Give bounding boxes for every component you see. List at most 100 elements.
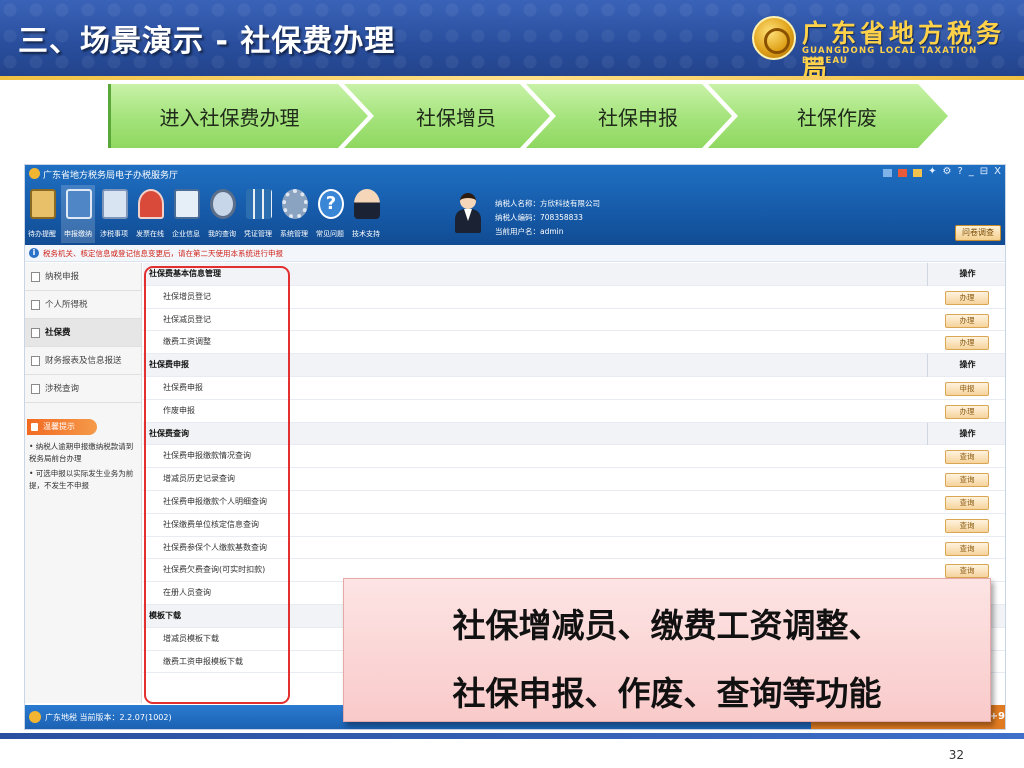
info-icon: i <box>29 248 39 258</box>
header-divider <box>0 76 1024 80</box>
survey-button[interactable]: 问卷调查 <box>955 225 1001 241</box>
toolbar-company-info[interactable]: 企业信息 <box>169 185 203 243</box>
binders-icon <box>246 189 272 219</box>
handle-button[interactable]: 办理 <box>945 313 989 328</box>
question-icon: ? <box>318 189 344 219</box>
document-icon <box>31 384 40 394</box>
bureau-name: 广东省地方税务局 <box>802 19 1006 76</box>
tips-body: • 纳税人逾期申报缴纳税款请到税务局前台办理 • 可选申报以实际发生业务为前提，… <box>29 441 139 495</box>
toolbar-label: 常见问题 <box>316 230 344 238</box>
query-button[interactable]: 查询 <box>945 495 989 510</box>
handle-button[interactable]: 办理 <box>945 404 989 419</box>
process-step-add-staff: 社保增员 <box>344 84 550 148</box>
portal-topbar: 广东省地方税务局电子办税服务厅 ✦ ⚙ ? _ ⊟ X 待办提醒 申报缴纳 涉税… <box>25 165 1005 245</box>
feature-callout: 社保增减员、缴费工资调整、 社保申报、作废、查询等功能 <box>343 578 991 722</box>
process-step-enter: 进入社保费办理 <box>108 84 368 148</box>
toolbar-label: 凭证管理 <box>244 230 272 238</box>
taxpayer-name: 纳税人名称：方欣科技有限公司 <box>495 199 600 208</box>
query-button[interactable]: 查询 <box>945 450 989 465</box>
help-button[interactable]: ? <box>957 166 962 177</box>
message-icon[interactable] <box>913 169 923 177</box>
handle-button[interactable]: 办理 <box>945 290 989 305</box>
toolbar-support[interactable]: 技术支持 <box>349 185 383 243</box>
sidebar-item-tax-declare[interactable]: 纳税申报 <box>25 263 141 291</box>
gear-icon <box>282 189 308 219</box>
document-icon <box>102 189 128 219</box>
toolbar-label: 我的查询 <box>208 230 236 238</box>
toolbar-tax-matters[interactable]: 涉税事项 <box>97 185 131 243</box>
operation-header: 操作 <box>927 354 1005 377</box>
toolbar-label: 申报缴纳 <box>64 230 92 238</box>
query-button[interactable]: 查询 <box>945 564 989 579</box>
notice-text: 税务机关、核定信息或登记信息变更后，请在第二天使用本系统进行申报 <box>43 249 283 258</box>
monitor-icon <box>66 189 92 219</box>
portal-toolbar: 待办提醒 申报缴纳 涉税事项 发票在线 企业信息 我的查询 凭证管理 系统管理 … <box>25 185 385 243</box>
portal-logo-icon <box>29 168 40 179</box>
process-step-declare: 社保申报 <box>526 84 732 148</box>
toolbar-voucher[interactable]: 凭证管理 <box>241 185 275 243</box>
bureau-emblem-icon <box>752 16 796 60</box>
support-agent-icon <box>354 189 380 219</box>
tip-item: • 可选申报以实际发生业务为前提，不发生不申报 <box>29 469 134 490</box>
portal-window-title: 广东省地方税务局电子办税服务厅 <box>43 171 179 181</box>
process-step-void: 社保作废 <box>708 84 948 148</box>
minimize-button[interactable]: _ <box>969 166 974 177</box>
skin-icon[interactable] <box>883 169 893 177</box>
footer-band <box>0 733 1024 739</box>
stamp-icon <box>138 189 164 219</box>
toolbar-label: 发票在线 <box>136 230 164 238</box>
tips-header: 温馨提示 <box>27 419 97 435</box>
toolbar-label: 涉税事项 <box>100 230 128 238</box>
taxpayer-code: 纳税人编码：708358833 <box>495 213 583 222</box>
mail-icon[interactable] <box>898 169 908 177</box>
toolbar-invoice[interactable]: 发票在线 <box>133 185 167 243</box>
brand-logo-icon <box>29 711 41 723</box>
callout-line: 社保申报、作废、查询等功能 <box>452 674 882 713</box>
toolbar-todo[interactable]: 待办提醒 <box>25 185 59 243</box>
current-user: 当前用户名：admin <box>495 227 564 236</box>
close-button[interactable]: X <box>994 166 1001 177</box>
status-brand: 广东地税 <box>45 713 77 722</box>
toolbar-label: 企业信息 <box>172 230 200 238</box>
sidebar-item-financial-reports[interactable]: 财务报表及信息报送 <box>25 347 141 375</box>
building-icon <box>174 189 200 219</box>
operation-header: 操作 <box>927 263 1005 286</box>
document-icon <box>31 328 40 338</box>
query-button[interactable]: 查询 <box>945 518 989 533</box>
magnifier-icon <box>210 189 236 219</box>
tip-item: • 纳税人逾期申报缴纳税款请到税务局前台办理 <box>29 442 134 463</box>
toolbar-label: 待办提醒 <box>28 230 56 238</box>
window-controls: ✦ ⚙ ? _ ⊟ X <box>883 166 1001 177</box>
status-version: 当前版本：2.2.07(1002) <box>79 713 172 722</box>
document-icon <box>31 300 40 310</box>
toolbar-my-query[interactable]: 我的查询 <box>205 185 239 243</box>
declare-button[interactable]: 申报 <box>945 381 989 396</box>
page-number: 32 <box>948 748 964 762</box>
toolbar-system[interactable]: 系统管理 <box>277 185 311 243</box>
toolbar-label: 系统管理 <box>280 230 308 238</box>
slide-header: 三、场景演示 - 社保费办理 广东省地方税务局 GUANGDONG LOCAL … <box>0 0 1024 76</box>
toolbar-declare-pay[interactable]: 申报缴纳 <box>61 185 95 243</box>
document-icon <box>31 272 40 282</box>
slide-title: 三、场景演示 - 社保费办理 <box>18 24 396 59</box>
user-avatar <box>451 191 485 237</box>
portal-sidebar: 纳税申报 个人所得税 社保费 财务报表及信息报送 涉税查询 温馨提示 • 纳税人… <box>25 263 142 703</box>
restore-button[interactable]: ⊟ <box>980 166 988 177</box>
sidebar-item-income-tax[interactable]: 个人所得税 <box>25 291 141 319</box>
document-icon <box>31 356 40 366</box>
query-button[interactable]: 查询 <box>945 473 989 488</box>
process-flow: 进入社保费办理 社保增员 社保申报 社保作废 <box>108 84 948 148</box>
operation-header: 操作 <box>927 422 1005 446</box>
pin-icon[interactable]: ✦ <box>928 166 936 177</box>
callout-line: 社保增减员、缴费工资调整、 <box>452 606 882 645</box>
bureau-name-english: GUANGDONG LOCAL TAXATION BUREAU <box>802 46 978 66</box>
handle-button[interactable]: 办理 <box>945 336 989 351</box>
toolbar-faq[interactable]: ? 常见问题 <box>313 185 347 243</box>
toolbar-label: 技术支持 <box>352 230 380 238</box>
sidebar-item-tax-query[interactable]: 涉税查询 <box>25 375 141 403</box>
query-button[interactable]: 查询 <box>945 541 989 556</box>
settings-icon[interactable]: ⚙ <box>942 166 951 177</box>
notice-bar: i 税务机关、核定信息或登记信息变更后，请在第二天使用本系统进行申报 <box>25 245 1005 262</box>
clipboard-icon <box>30 189 56 219</box>
sidebar-item-social-security[interactable]: 社保费 <box>25 319 141 347</box>
